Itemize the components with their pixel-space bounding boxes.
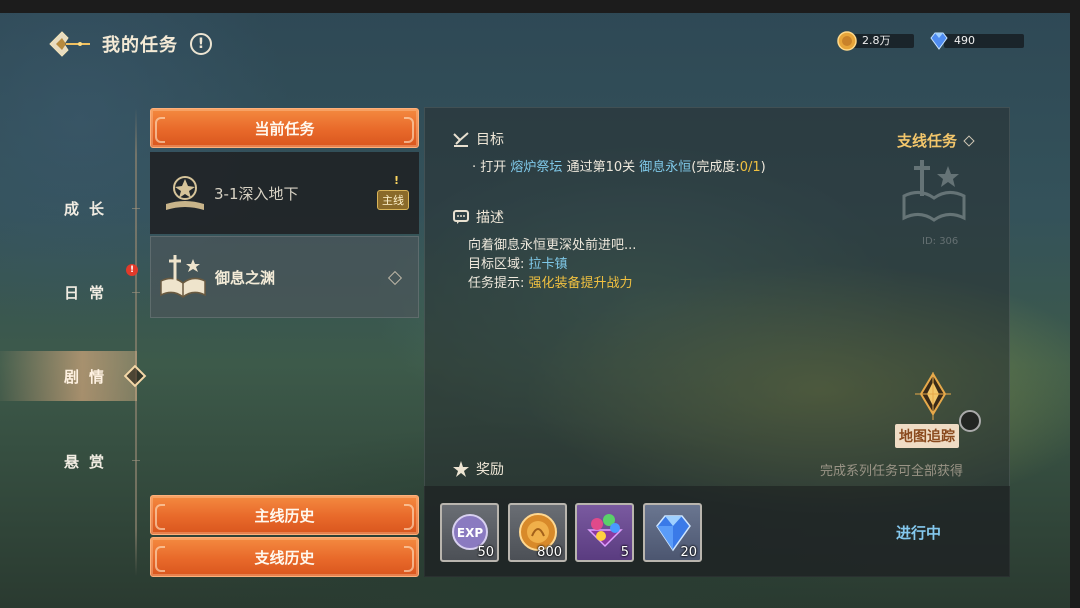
reward-item-exp[interactable]: EXP 50 [440, 503, 499, 562]
reward-qty: 50 [477, 545, 494, 560]
branch-quest-link[interactable]: 支线任务 [897, 130, 975, 151]
objective-heading-label: 目标 [476, 132, 504, 148]
target-area-line: 目标区域: 拉卡镇 [468, 253, 568, 272]
area-label: 目标区域: [468, 257, 525, 272]
nav-item-bounty[interactable]: 悬赏 [0, 436, 137, 486]
reward-item-gold[interactable]: 800 [508, 503, 567, 562]
diamond-amount: 490 [944, 34, 1024, 48]
reward-heading: 奖励 [452, 459, 504, 479]
back-emblem-icon[interactable] [44, 26, 92, 62]
nav-item-daily[interactable]: 日常 [0, 267, 137, 317]
map-track-label: 地图追踪 [895, 424, 959, 448]
reward-qty: 20 [680, 545, 697, 560]
description-text: 向着御息永恒更深处前进吧... [468, 238, 637, 253]
top-border [0, 0, 1080, 13]
current-task-button[interactable]: 当前任务 [150, 108, 419, 148]
nav-item-label: 日常 [64, 283, 115, 302]
quest-alert-icon: ! [393, 174, 399, 187]
quest-watermark-icon [902, 160, 966, 222]
page-title: 我的任务 [102, 35, 178, 56]
diamond-currency: 490 [928, 32, 1024, 50]
reward-item-gem-bundle[interactable]: 5 [575, 503, 634, 562]
gold-coin-icon [837, 31, 857, 51]
objective-target-link[interactable]: 御息永恒 [639, 160, 691, 175]
nav-rail [135, 108, 137, 576]
daily-alert-badge: ! [126, 264, 138, 276]
objective-heading: 目标 [452, 129, 504, 149]
reward-qty: 5 [620, 545, 629, 560]
main-quest-badge: 主线 [377, 190, 409, 210]
header: 我的任务 ! [44, 26, 212, 62]
diamond-icon [930, 32, 948, 50]
quest-item-series[interactable]: 御息之渊 [150, 236, 419, 318]
nav-item-label: 成长 [64, 199, 115, 218]
progress-label: (完成度: [691, 160, 740, 175]
progress-close: ) [760, 160, 766, 175]
hint-value: 强化装备提升战力 [528, 276, 633, 291]
chat-bubble-icon [453, 210, 469, 224]
star-icon [453, 461, 469, 477]
nav-item-label: 剧情 [64, 367, 115, 386]
right-border [1070, 0, 1080, 608]
hint-label: 任务提示: [468, 276, 525, 291]
quest-name: 3-1深入地下 [214, 184, 299, 203]
open-book-icon [160, 255, 206, 298]
reward-qty: 800 [537, 545, 562, 560]
expand-icon[interactable] [387, 270, 403, 286]
branch-quest-label: 支线任务 [897, 132, 958, 150]
reward-note: 完成系列任务可全部获得 [820, 464, 964, 479]
track-toggle[interactable] [959, 410, 981, 432]
quest-status: 进行中 [896, 524, 942, 542]
quest-scroll-icon [166, 176, 204, 210]
hint-line: 任务提示: 强化装备提升战力 [468, 272, 633, 291]
area-value-link[interactable]: 拉卡镇 [529, 257, 568, 272]
quest-id: ID: 306 [922, 236, 959, 247]
nav-item-story[interactable]: 剧情 [0, 351, 137, 401]
objective-line: · 打开 熔炉祭坛 通过第10关 御息永恒(完成度:0/1) [472, 156, 766, 175]
description-heading: 描述 [452, 207, 504, 227]
map-track-button[interactable]: 地图追踪 [893, 372, 981, 450]
arrow-right-icon [963, 134, 975, 147]
objective-middle: 通过第10关 [566, 160, 636, 175]
svg-text:EXP: EXP [457, 526, 483, 540]
main-history-button[interactable]: 主线历史 [150, 495, 419, 535]
description-heading-label: 描述 [476, 210, 504, 226]
info-icon[interactable]: ! [190, 33, 212, 55]
gold-currency: 2.8万 [836, 31, 914, 51]
objective-prefix: · 打开 [472, 160, 507, 175]
reward-heading-label: 奖励 [476, 462, 504, 478]
branch-history-button[interactable]: 支线历史 [150, 537, 419, 577]
nav-item-growth[interactable]: 成长 [0, 183, 137, 233]
progress-value: 0/1 [739, 160, 761, 175]
quest-series-name: 御息之渊 [215, 268, 276, 287]
reward-item-diamond[interactable]: 20 [643, 503, 702, 562]
objective-place-link[interactable]: 熔炉祭坛 [510, 160, 562, 175]
nav-item-label: 悬赏 [64, 452, 115, 471]
quest-item-current[interactable]: 3-1深入地下 ! 主线 [150, 152, 419, 234]
compass-icon [915, 372, 951, 420]
target-icon [453, 132, 469, 147]
gold-amount: 2.8万 [852, 34, 914, 48]
